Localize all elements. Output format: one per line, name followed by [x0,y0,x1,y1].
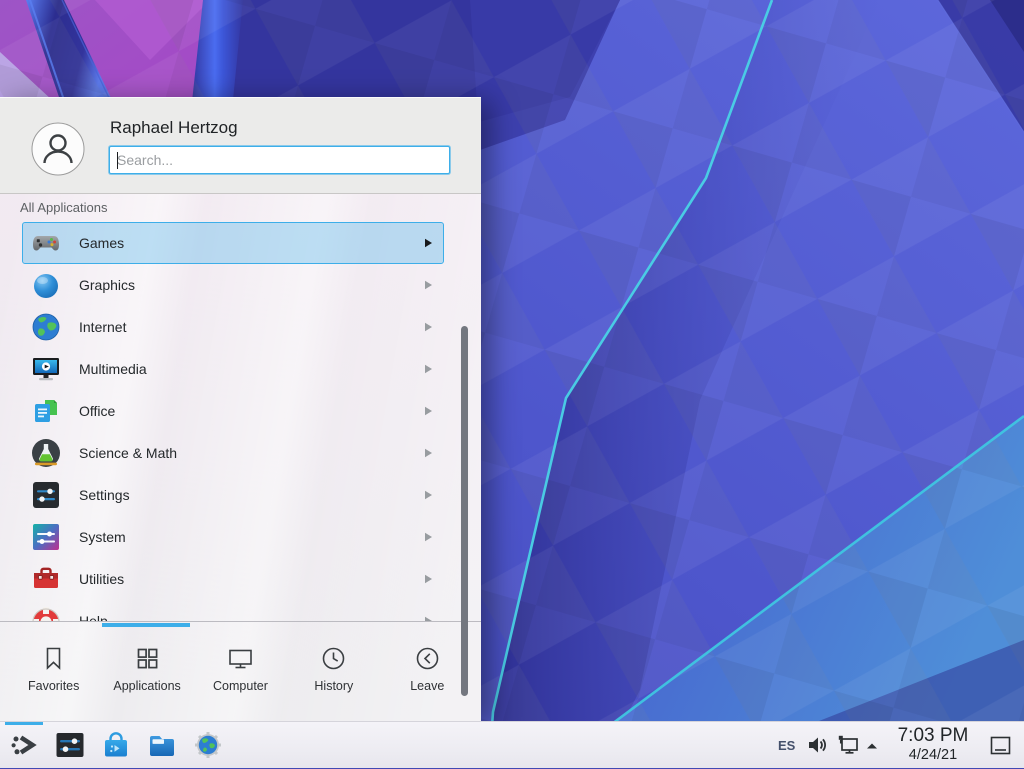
science-flask-icon [30,437,62,469]
applications-grid-icon [134,645,161,672]
tab-leave[interactable]: Leave [381,628,474,721]
launcher-tab-bar: Favorites Applications Computer History Leav… [7,628,474,721]
launcher-header: Raphael Hertzog [0,98,481,194]
category-label: Office [79,403,115,419]
system-sliders-icon [30,521,62,553]
category-row-games[interactable]: Games [22,222,444,264]
globe-icon [30,311,62,343]
taskbar: ES 7:03 PM 4/24/21 [0,721,1024,768]
text-cursor [117,152,118,169]
chevron-right-icon [424,574,433,584]
network-icon[interactable] [836,733,860,757]
search-input[interactable] [109,146,450,174]
category-row-system[interactable]: System [22,516,444,558]
taskbar-app-system-settings[interactable] [54,729,86,761]
tab-label: Leave [410,679,444,693]
application-launcher-popup: Raphael Hertzog All Applications Games Gr… [0,97,481,722]
utilities-toolbox-icon [30,563,62,595]
section-label: All Applications [20,200,107,215]
show-desktop-button[interactable] [988,733,1013,758]
chevron-right-icon [424,616,433,621]
chevron-right-icon [424,532,433,542]
help-lifering-icon [30,605,62,621]
history-clock-icon [320,645,347,672]
tab-history[interactable]: History [287,628,380,721]
category-row-internet[interactable]: Internet [22,306,444,348]
chevron-right-icon [424,280,433,290]
chevron-right-icon [424,364,433,374]
active-tab-indicator [102,623,190,627]
active-task-indicator [5,722,43,725]
taskbar-app-application-launcher[interactable] [8,729,40,761]
category-label: Utilities [79,571,124,587]
digital-clock[interactable]: 7:03 PM 4/24/21 [889,725,977,764]
category-row-office[interactable]: Office [22,390,444,432]
user-name: Raphael Hertzog [110,118,238,138]
category-label: System [79,529,126,545]
tab-label: Favorites [28,679,79,693]
taskbar-app-web-browser[interactable] [192,729,224,761]
multimedia-monitor-icon [30,353,62,385]
chevron-right-icon [424,406,433,416]
taskbar-app-icons [8,729,224,761]
leave-icon [414,645,441,672]
chevron-right-icon [424,490,433,500]
taskbar-app-discover[interactable] [100,729,132,761]
category-label: Science & Math [79,445,177,461]
volume-icon[interactable] [806,734,828,756]
office-documents-icon [30,395,62,427]
category-label: Help [79,613,108,621]
category-row-settings[interactable]: Settings [22,474,444,516]
clock-date: 4/24/21 [889,747,977,764]
tab-label: Computer [213,679,268,693]
tab-label: Applications [113,679,180,693]
category-label: Internet [79,319,126,335]
tab-favorites[interactable]: Favorites [7,628,100,721]
settings-sliders-icon [30,479,62,511]
chevron-right-icon [424,322,433,332]
favorites-bookmark-icon [40,645,67,672]
chevron-right-icon [424,448,433,458]
tab-computer[interactable]: Computer [194,628,287,721]
caret-up-icon[interactable] [864,738,880,754]
category-list: Games Graphics Internet Multimedia Office Sci… [22,222,444,621]
category-row-utilities[interactable]: Utilities [22,558,444,600]
category-row-science-math[interactable]: Science & Math [22,432,444,474]
category-label: Multimedia [79,361,147,377]
tab-label: History [314,679,353,693]
category-label: Graphics [79,277,135,293]
category-row-help[interactable]: Help [22,600,444,621]
keyboard-layout-indicator[interactable]: ES [778,722,795,769]
category-label: Games [79,235,124,251]
taskbar-app-file-manager[interactable] [146,729,178,761]
chevron-right-icon [424,238,433,248]
clock-time: 7:03 PM [889,725,977,747]
computer-monitor-icon [227,645,254,672]
tab-applications[interactable]: Applications [100,628,193,721]
gamepad-icon [30,227,62,259]
user-avatar-icon[interactable] [31,122,85,176]
category-label: Settings [79,487,130,503]
category-row-graphics[interactable]: Graphics [22,264,444,306]
graphics-sphere-icon [30,269,62,301]
launcher-body: All Applications Games Graphics Internet Mu… [0,194,481,622]
category-row-multimedia[interactable]: Multimedia [22,348,444,390]
